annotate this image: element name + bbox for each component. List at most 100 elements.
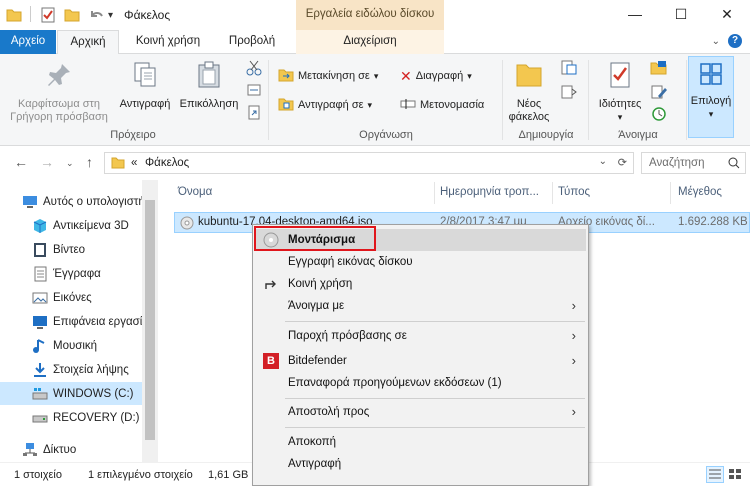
copy-path-icon[interactable] bbox=[246, 82, 262, 101]
paste-shortcut-icon[interactable] bbox=[246, 104, 262, 123]
nav-label: Στοιχεία λήψης bbox=[53, 363, 129, 376]
column-separator[interactable] bbox=[552, 182, 553, 204]
menu-item-share[interactable]: Κοινή χρήση bbox=[255, 273, 586, 295]
menu-label: Αποστολή προς bbox=[288, 406, 370, 418]
large-icons-view-icon[interactable] bbox=[726, 466, 744, 483]
file-size: 1.692.288 KB bbox=[678, 216, 748, 228]
paste-button[interactable]: Επικόλληση bbox=[178, 60, 240, 111]
new-folder-button[interactable]: Νέος φάκελος bbox=[504, 60, 554, 124]
back-arrow-icon[interactable]: ← bbox=[14, 154, 28, 170]
address-bar[interactable]: « Φάκελος ⌄ ⟳ bbox=[104, 152, 634, 174]
folder-icon bbox=[6, 6, 22, 24]
help-icon[interactable]: ? bbox=[728, 34, 742, 48]
column-header-type[interactable]: Τύπος bbox=[558, 186, 590, 198]
scrollbar-thumb[interactable] bbox=[145, 200, 155, 440]
rename-icon bbox=[400, 98, 416, 113]
rename-label: Μετονομασία bbox=[420, 99, 485, 111]
history-icon[interactable] bbox=[650, 106, 668, 125]
nav-item-pictures[interactable]: Εικόνες bbox=[0, 286, 142, 309]
forward-arrow-icon[interactable]: → bbox=[40, 154, 54, 170]
tab-manage[interactable]: Διαχείριση bbox=[296, 30, 444, 54]
address-prefix: « bbox=[131, 157, 138, 169]
quick-access-dropdown-icon[interactable]: ▾ bbox=[108, 6, 113, 24]
move-to-button[interactable]: Μετακίνηση σε ▾ bbox=[278, 66, 378, 86]
nav-item-videos[interactable]: Βίντεο bbox=[0, 238, 142, 261]
submenu-arrow-icon: › bbox=[571, 298, 576, 313]
menu-separator bbox=[285, 427, 585, 428]
maximize-button[interactable]: ☐ bbox=[658, 0, 704, 30]
cut-icon[interactable] bbox=[246, 60, 262, 79]
tab-home[interactable]: Αρχική bbox=[57, 30, 119, 55]
edit-icon[interactable] bbox=[650, 84, 668, 103]
nav-item-music[interactable]: Μουσική bbox=[0, 334, 142, 357]
nav-item-downloads[interactable]: Στοιχεία λήψης bbox=[0, 358, 142, 381]
context-tab-group-label: Εργαλεία ειδώλου δίσκου bbox=[296, 0, 444, 30]
column-header-size[interactable]: Μέγεθος bbox=[678, 186, 722, 198]
menu-item-open-with[interactable]: Άνοιγμα με › bbox=[255, 295, 586, 317]
select-button[interactable]: Επιλογή ▾ bbox=[688, 56, 734, 138]
new-item-icon[interactable] bbox=[560, 60, 578, 79]
search-input[interactable]: Αναζήτηση bbox=[641, 152, 746, 174]
column-separator[interactable] bbox=[670, 182, 671, 204]
column-header-date[interactable]: Ημερομηνία τροπ... bbox=[440, 186, 539, 198]
menu-item-copy[interactable]: Αντιγραφή bbox=[255, 453, 586, 475]
copy-to-button[interactable]: Αντιγραφή σε ▾ bbox=[278, 95, 372, 115]
group-separator bbox=[502, 60, 503, 140]
objects-3d-icon bbox=[33, 218, 47, 233]
tab-view[interactable]: Προβολή bbox=[216, 30, 288, 54]
address-dropdown-icon[interactable]: ⌄ bbox=[599, 156, 607, 167]
nav-item-windows-drive[interactable]: WINDOWS (C:) bbox=[0, 382, 142, 405]
close-button[interactable]: ✕ bbox=[704, 0, 750, 30]
nav-item-network[interactable]: Δίκτυο bbox=[0, 438, 142, 461]
tab-file[interactable]: Αρχείο bbox=[0, 30, 56, 54]
nav-item-recovery-drive[interactable]: RECOVERY (D:) bbox=[0, 406, 142, 429]
pin-to-quick-access-button[interactable]: Καρφίτσωμα στη Γρήγορη πρόσβαση bbox=[6, 60, 112, 124]
context-menu: Μοντάρισμα Εγγραφή εικόνας δίσκου Κοινή … bbox=[252, 224, 589, 486]
tab-share[interactable]: Κοινή χρήση bbox=[122, 30, 214, 54]
menu-item-give-access[interactable]: Παροχή πρόσβασης σε › bbox=[255, 325, 586, 347]
nav-pane-scrollbar[interactable] bbox=[142, 180, 158, 462]
details-view-icon[interactable] bbox=[706, 466, 724, 483]
rename-button[interactable]: Μετονομασία bbox=[400, 95, 484, 115]
pictures-icon bbox=[32, 292, 48, 303]
address-path[interactable]: Φάκελος bbox=[145, 157, 189, 169]
open-icon[interactable] bbox=[650, 60, 668, 79]
address-folder-icon bbox=[111, 156, 125, 172]
menu-item-restore-previous[interactable]: Επαναφορά προηγούμενων εκδόσεων (1) bbox=[255, 372, 586, 394]
submenu-arrow-icon: › bbox=[571, 404, 576, 419]
pc-icon bbox=[23, 195, 37, 208]
window-title: Φάκελος bbox=[124, 8, 171, 22]
column-header-name[interactable]: Όνομα bbox=[178, 186, 212, 198]
disc-image-icon bbox=[180, 216, 194, 230]
menu-item-cut[interactable]: Αποκοπή bbox=[255, 431, 586, 453]
delete-label: Διαγραφή bbox=[415, 70, 464, 82]
nav-item-desktop[interactable]: Επιφάνεια εργασίας bbox=[0, 310, 142, 333]
delete-button[interactable]: ✕ Διαγραφή ▾ bbox=[400, 66, 472, 86]
properties-quick-icon[interactable] bbox=[40, 6, 56, 24]
group-separator bbox=[588, 60, 589, 140]
undo-quick-icon[interactable] bbox=[88, 6, 104, 24]
nav-item-3d-objects[interactable]: Αντικείμενα 3D bbox=[0, 214, 142, 237]
new-folder-quick-icon[interactable] bbox=[64, 6, 80, 24]
music-icon bbox=[33, 338, 45, 353]
menu-item-bitdefender[interactable]: B Bitdefender › bbox=[255, 350, 586, 372]
menu-separator bbox=[285, 398, 585, 399]
column-separator[interactable] bbox=[434, 182, 435, 204]
ribbon-collapse-icon[interactable]: ⌄ bbox=[712, 36, 720, 47]
menu-item-burn-disc-image[interactable]: Εγγραφή εικόνας δίσκου bbox=[255, 251, 586, 273]
recent-locations-icon[interactable]: ⌄ bbox=[66, 158, 74, 169]
copy-button[interactable]: Αντιγραφή bbox=[116, 60, 174, 111]
menu-item-send-to[interactable]: Αποστολή προς › bbox=[255, 401, 586, 423]
minimize-button[interactable]: — bbox=[612, 0, 658, 30]
group-separator bbox=[686, 60, 687, 140]
easy-access-icon[interactable] bbox=[560, 84, 578, 103]
move-to-label: Μετακίνηση σε bbox=[298, 70, 370, 82]
properties-button[interactable]: Ιδιότητες ▾ bbox=[592, 60, 648, 124]
nav-item-documents[interactable]: Έγγραφα bbox=[0, 262, 142, 285]
refresh-icon[interactable]: ⟳ bbox=[618, 156, 627, 169]
search-icon bbox=[728, 157, 740, 169]
up-arrow-icon[interactable]: ↑ bbox=[86, 154, 93, 170]
select-label: Επιλογή bbox=[690, 95, 732, 107]
explorer-window: ▾ Φάκελος Εργαλεία ειδώλου δίσκου — ☐ ✕ … bbox=[0, 0, 750, 486]
nav-item-this-pc[interactable]: Αυτός ο υπολογιστής bbox=[0, 190, 142, 213]
